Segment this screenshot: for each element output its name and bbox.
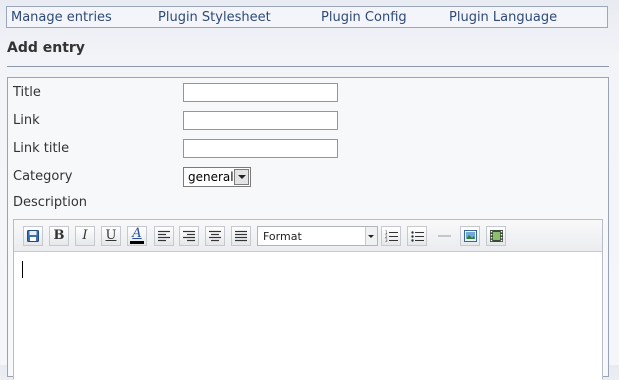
font-color-swatch	[130, 241, 144, 244]
description-editor: B I U A Format 1 2 3	[13, 219, 603, 380]
editor-toolbar: B I U A Format 1 2 3	[14, 220, 602, 252]
format-select[interactable]: Format	[257, 226, 378, 246]
link-title-field[interactable]	[183, 139, 338, 158]
nav-manage-entries[interactable]: Manage entries	[11, 10, 112, 25]
heading-divider	[7, 66, 609, 67]
text-caret	[22, 261, 23, 278]
align-justify-icon[interactable]	[231, 226, 251, 246]
category-selected-value: general	[188, 170, 234, 184]
nav-plugin-config[interactable]: Plugin Config	[321, 10, 407, 25]
title-label: Title	[13, 85, 41, 100]
link-label: Link	[13, 113, 40, 128]
horizontal-rule-icon[interactable]	[434, 226, 454, 246]
description-label: Description	[13, 195, 88, 210]
format-selected-value: Format	[263, 230, 302, 243]
nav-plugin-language[interactable]: Plugin Language	[449, 10, 557, 25]
category-label: Category	[13, 169, 73, 184]
page-title: Add entry	[7, 40, 85, 56]
bold-icon[interactable]: B	[49, 226, 69, 246]
italic-icon[interactable]: I	[75, 226, 95, 246]
underline-icon[interactable]: U	[101, 226, 121, 246]
link-field[interactable]	[183, 111, 338, 130]
chevron-down-icon[interactable]	[234, 169, 249, 185]
unordered-list-icon[interactable]	[407, 226, 427, 246]
font-color-icon[interactable]: A	[127, 226, 147, 246]
nav-plugin-stylesheet[interactable]: Plugin Stylesheet	[158, 10, 271, 25]
category-select[interactable]: general	[183, 167, 251, 187]
ordered-list-icon[interactable]: 1 2 3	[381, 226, 401, 246]
title-field[interactable]	[183, 83, 338, 102]
svg-text:3: 3	[385, 238, 388, 242]
image-icon[interactable]	[460, 226, 480, 246]
save-icon[interactable]	[23, 226, 43, 246]
chevron-down-icon[interactable]	[365, 227, 377, 245]
align-right-icon[interactable]	[179, 226, 199, 246]
align-center-icon[interactable]	[205, 226, 225, 246]
editor-content-area[interactable]	[14, 252, 602, 380]
media-icon[interactable]	[486, 226, 506, 246]
align-left-icon[interactable]	[154, 226, 174, 246]
link-title-label: Link title	[13, 141, 70, 156]
top-nav: Manage entries Plugin Stylesheet Plugin …	[6, 6, 608, 28]
